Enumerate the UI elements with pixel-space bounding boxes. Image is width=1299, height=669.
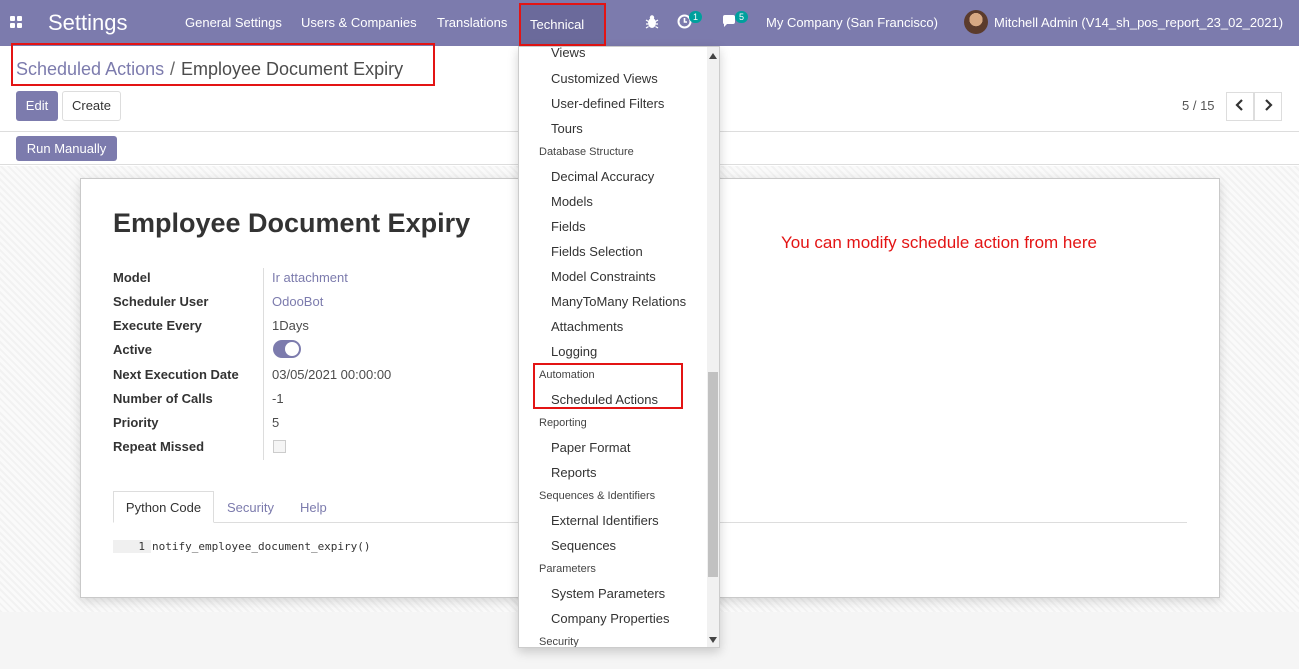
field-value-scheduler-user[interactable]: OdooBot xyxy=(272,294,323,309)
field-label-priority: Priority xyxy=(113,415,159,430)
field-label-active: Active xyxy=(113,342,153,357)
app-title[interactable]: Settings xyxy=(48,10,128,36)
pager-previous-button[interactable] xyxy=(1226,92,1254,121)
chevron-left-icon xyxy=(1235,99,1243,111)
repeat-missed-checkbox[interactable] xyxy=(273,440,286,453)
dropdown-item-models[interactable]: Models xyxy=(551,194,593,209)
field-label-scheduler-user: Scheduler User xyxy=(113,294,209,309)
field-label-model: Model xyxy=(113,270,151,285)
dropdown-header-security: Security xyxy=(539,636,579,648)
dropdown-item-many2many-relations[interactable]: ManyToMany Relations xyxy=(551,294,686,309)
field-label-next-execution-date: Next Execution Date xyxy=(113,367,239,382)
field-value-priority: 5 xyxy=(272,415,280,430)
dropdown-item-model-constraints[interactable]: Model Constraints xyxy=(551,269,656,284)
company-switcher[interactable]: My Company (San Francisco) xyxy=(766,15,938,30)
create-button[interactable]: Create xyxy=(62,91,121,121)
tab-help[interactable]: Help xyxy=(300,500,327,515)
activity-badge: 1 xyxy=(689,11,703,23)
technical-dropdown-menu: Views Customized Views User-defined Filt… xyxy=(518,46,720,648)
dropdown-item-reports[interactable]: Reports xyxy=(551,465,597,480)
dropdown-item-fields-selection[interactable]: Fields Selection xyxy=(551,244,643,259)
field-label-execute-every: Execute Every xyxy=(113,318,202,333)
field-value-execute-every: 1Days xyxy=(272,318,309,333)
edit-button[interactable]: Edit xyxy=(16,91,58,121)
apps-menu-icon[interactable] xyxy=(10,16,22,28)
messages-badge: 5 xyxy=(735,11,749,23)
user-avatar[interactable] xyxy=(964,10,988,34)
scroll-down-icon[interactable] xyxy=(709,637,717,643)
dropdown-header-database-structure: Database Structure xyxy=(539,146,634,158)
bug-icon[interactable] xyxy=(645,14,659,30)
dropdown-item-decimal-accuracy[interactable]: Decimal Accuracy xyxy=(551,169,654,184)
scroll-up-icon[interactable] xyxy=(709,53,717,59)
chevron-right-icon xyxy=(1265,99,1273,111)
dropdown-item-logging[interactable]: Logging xyxy=(551,344,597,359)
code-line-number: 1 xyxy=(113,540,151,553)
field-divider xyxy=(263,268,264,460)
dropdown-item-attachments[interactable]: Attachments xyxy=(551,319,623,334)
annotation-note: You can modify schedule action from here xyxy=(781,233,1097,252)
dropdown-item-views[interactable]: Views xyxy=(551,47,585,60)
menu-translations[interactable]: Translations xyxy=(437,15,507,30)
top-navbar: Settings General Settings Users & Compan… xyxy=(0,0,1299,46)
menu-technical[interactable]: Technical xyxy=(519,3,606,46)
menu-users-companies[interactable]: Users & Companies xyxy=(301,15,417,30)
dropdown-item-user-defined-filters[interactable]: User-defined Filters xyxy=(551,96,664,111)
dropdown-scrollbar-thumb[interactable] xyxy=(708,372,718,577)
field-value-model[interactable]: Ir attachment xyxy=(272,270,348,285)
menu-general-settings[interactable]: General Settings xyxy=(185,15,282,30)
dropdown-item-fields[interactable]: Fields xyxy=(551,219,586,234)
code-editor-line[interactable]: notify_employee_document_expiry() xyxy=(152,540,371,553)
tab-security[interactable]: Security xyxy=(227,500,274,515)
dropdown-header-sequences-identifiers: Sequences & Identifiers xyxy=(539,490,656,502)
dropdown-item-paper-format[interactable]: Paper Format xyxy=(551,440,630,455)
active-toggle[interactable] xyxy=(273,340,301,358)
dropdown-item-customized-views[interactable]: Customized Views xyxy=(551,71,658,86)
record-title: Employee Document Expiry xyxy=(113,208,471,238)
dropdown-item-tours[interactable]: Tours xyxy=(551,121,583,136)
dropdown-item-system-parameters[interactable]: System Parameters xyxy=(551,586,665,601)
field-value-number-of-calls: -1 xyxy=(272,391,284,406)
user-menu[interactable]: Mitchell Admin (V14_sh_pos_report_23_02_… xyxy=(994,15,1283,30)
dropdown-header-parameters: Parameters xyxy=(539,563,596,575)
run-manually-button[interactable]: Run Manually xyxy=(16,136,117,161)
tab-python-code[interactable]: Python Code xyxy=(113,491,214,523)
field-label-number-of-calls: Number of Calls xyxy=(113,391,213,406)
pager-next-button[interactable] xyxy=(1254,92,1282,121)
field-label-repeat-missed: Repeat Missed xyxy=(113,439,205,454)
dropdown-item-company-properties[interactable]: Company Properties xyxy=(551,611,670,626)
dropdown-item-sequences[interactable]: Sequences xyxy=(551,538,616,553)
scheduled-actions-highlight xyxy=(533,363,683,409)
dropdown-header-reporting: Reporting xyxy=(539,417,587,429)
dropdown-item-external-identifiers[interactable]: External Identifiers xyxy=(551,513,659,528)
breadcrumb-parent-link[interactable]: Scheduled Actions xyxy=(16,59,164,80)
breadcrumb-current: Employee Document Expiry xyxy=(181,59,404,79)
breadcrumb-separator: / xyxy=(170,59,176,79)
field-value-next-execution-date: 03/05/2021 00:00:00 xyxy=(272,367,392,382)
pager-value[interactable]: 5 / 15 xyxy=(1182,98,1215,113)
